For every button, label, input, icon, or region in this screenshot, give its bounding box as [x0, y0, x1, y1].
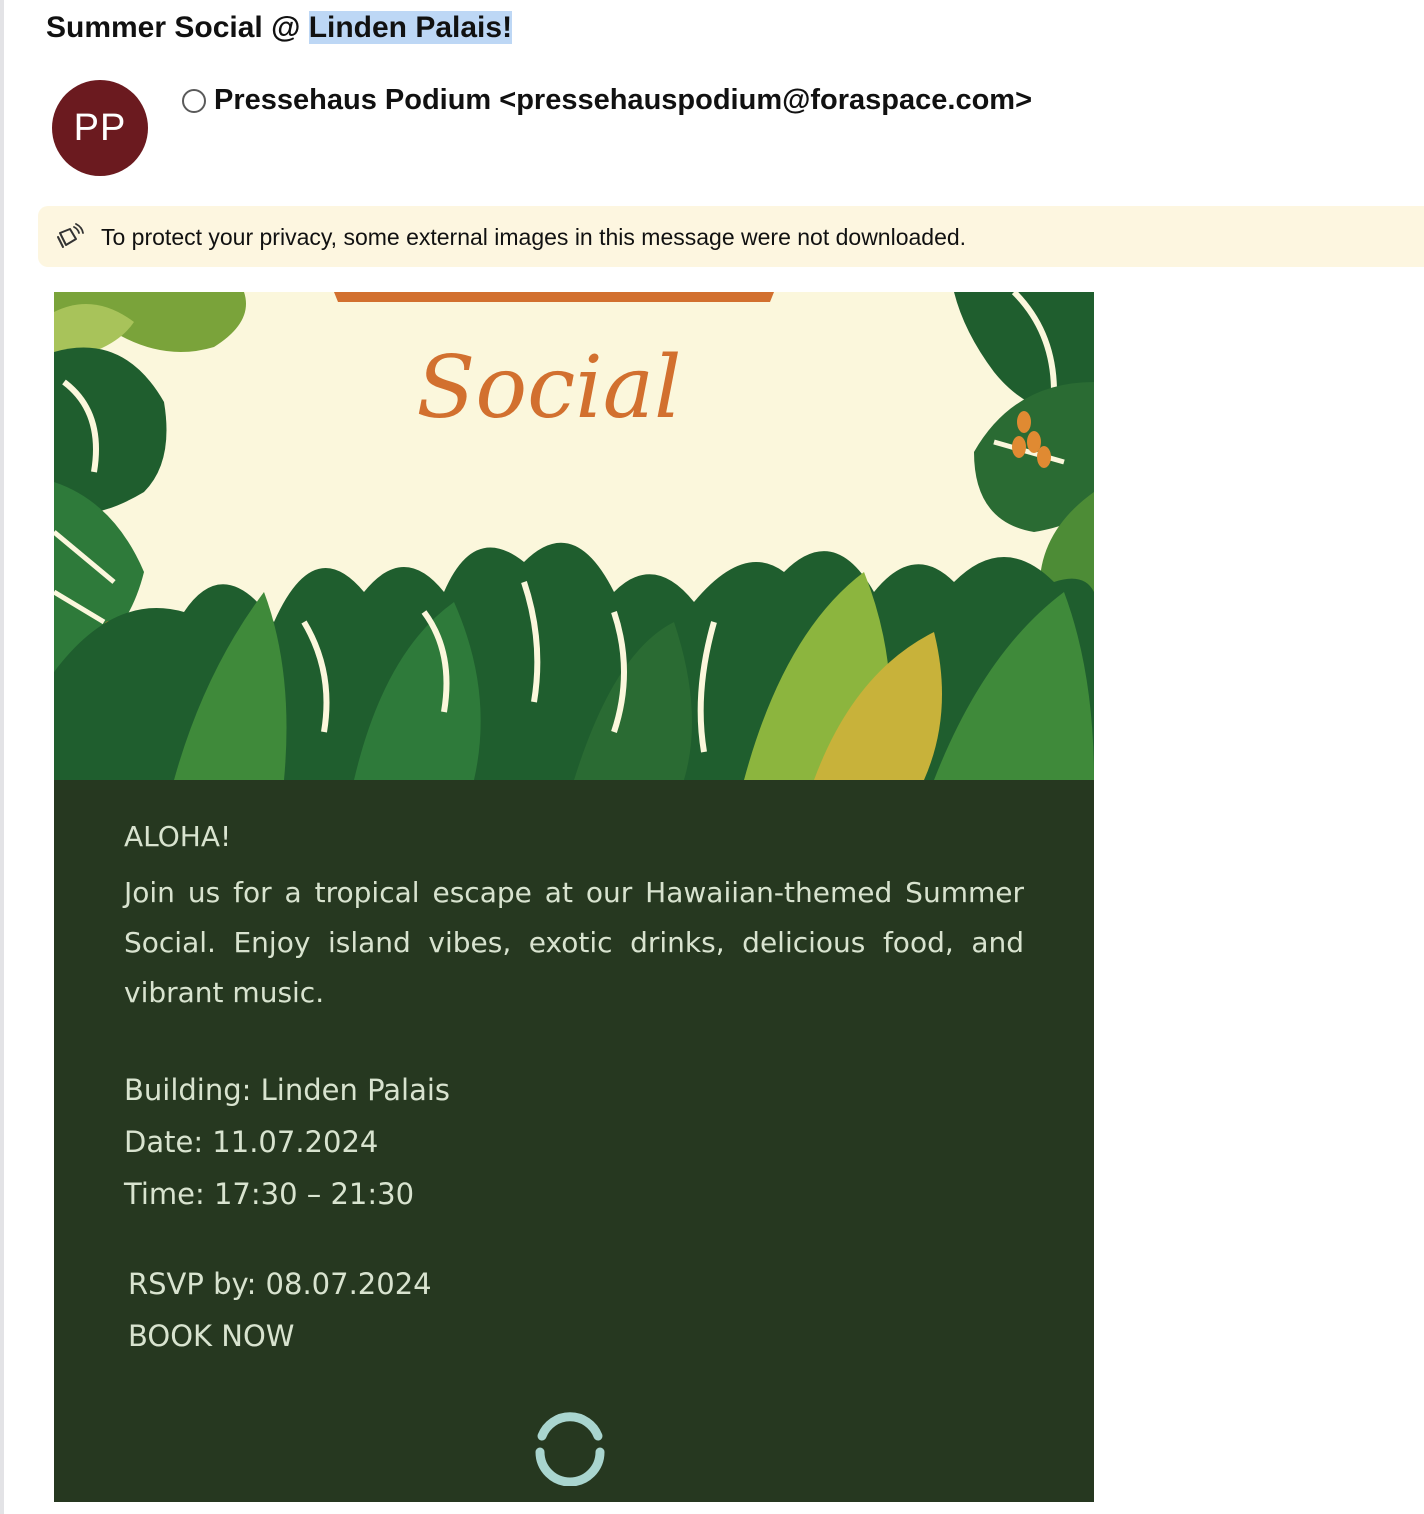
intro-paragraph: Join us for a tropical escape at our Haw… [124, 876, 1024, 1009]
email-reading-pane: Summer Social @ Linden Palais! PP Presse… [0, 0, 1424, 1514]
event-details: Building: Linden Palais Date: 11.07.2024… [124, 1064, 450, 1220]
blocked-content-icon [57, 223, 84, 248]
tropical-leaves-illustration: Social [54, 292, 1094, 780]
building-line: Building: Linden Palais [124, 1073, 451, 1107]
date-line: Date: 11.07.2024 [124, 1125, 379, 1159]
subject-selected-text[interactable]: Linden Palais! [308, 11, 513, 44]
rsvp-deadline: RSVP by: 08.07.2024 [128, 1267, 432, 1301]
banner-script-title: Social [416, 338, 681, 438]
privacy-notice-text: To protect your privacy, some external i… [101, 224, 967, 250]
pane-divider [0, 0, 4, 1514]
greeting-text: ALOHA! [124, 820, 232, 853]
summer-social-banner-image: Social [54, 292, 1094, 780]
privacy-notice-bar: To protect your privacy, some external i… [38, 206, 1424, 267]
loading-spinner-icon [535, 1412, 605, 1486]
sender-avatar[interactable]: PP [52, 80, 148, 176]
subject-text: Summer Social @ [46, 11, 309, 44]
time-line: Time: 17:30 – 21:30 [124, 1177, 415, 1211]
avatar-initials: PP [73, 106, 127, 149]
rsvp-section: RSVP by: 08.07.2024 BOOK NOW [128, 1258, 432, 1362]
email-subject: Summer Social @ Linden Palais! [46, 10, 513, 46]
book-now-link[interactable]: BOOK NOW [128, 1310, 432, 1362]
event-details-panel: ALOHA! Join us for a tropical escape at … [54, 780, 1094, 1502]
sender-line[interactable]: Pressehaus Podium <pressehauspodium@fora… [182, 84, 1032, 117]
sender-name-address[interactable]: Pressehaus Podium <pressehauspodium@fora… [214, 84, 1032, 117]
presence-status-icon [182, 88, 206, 113]
